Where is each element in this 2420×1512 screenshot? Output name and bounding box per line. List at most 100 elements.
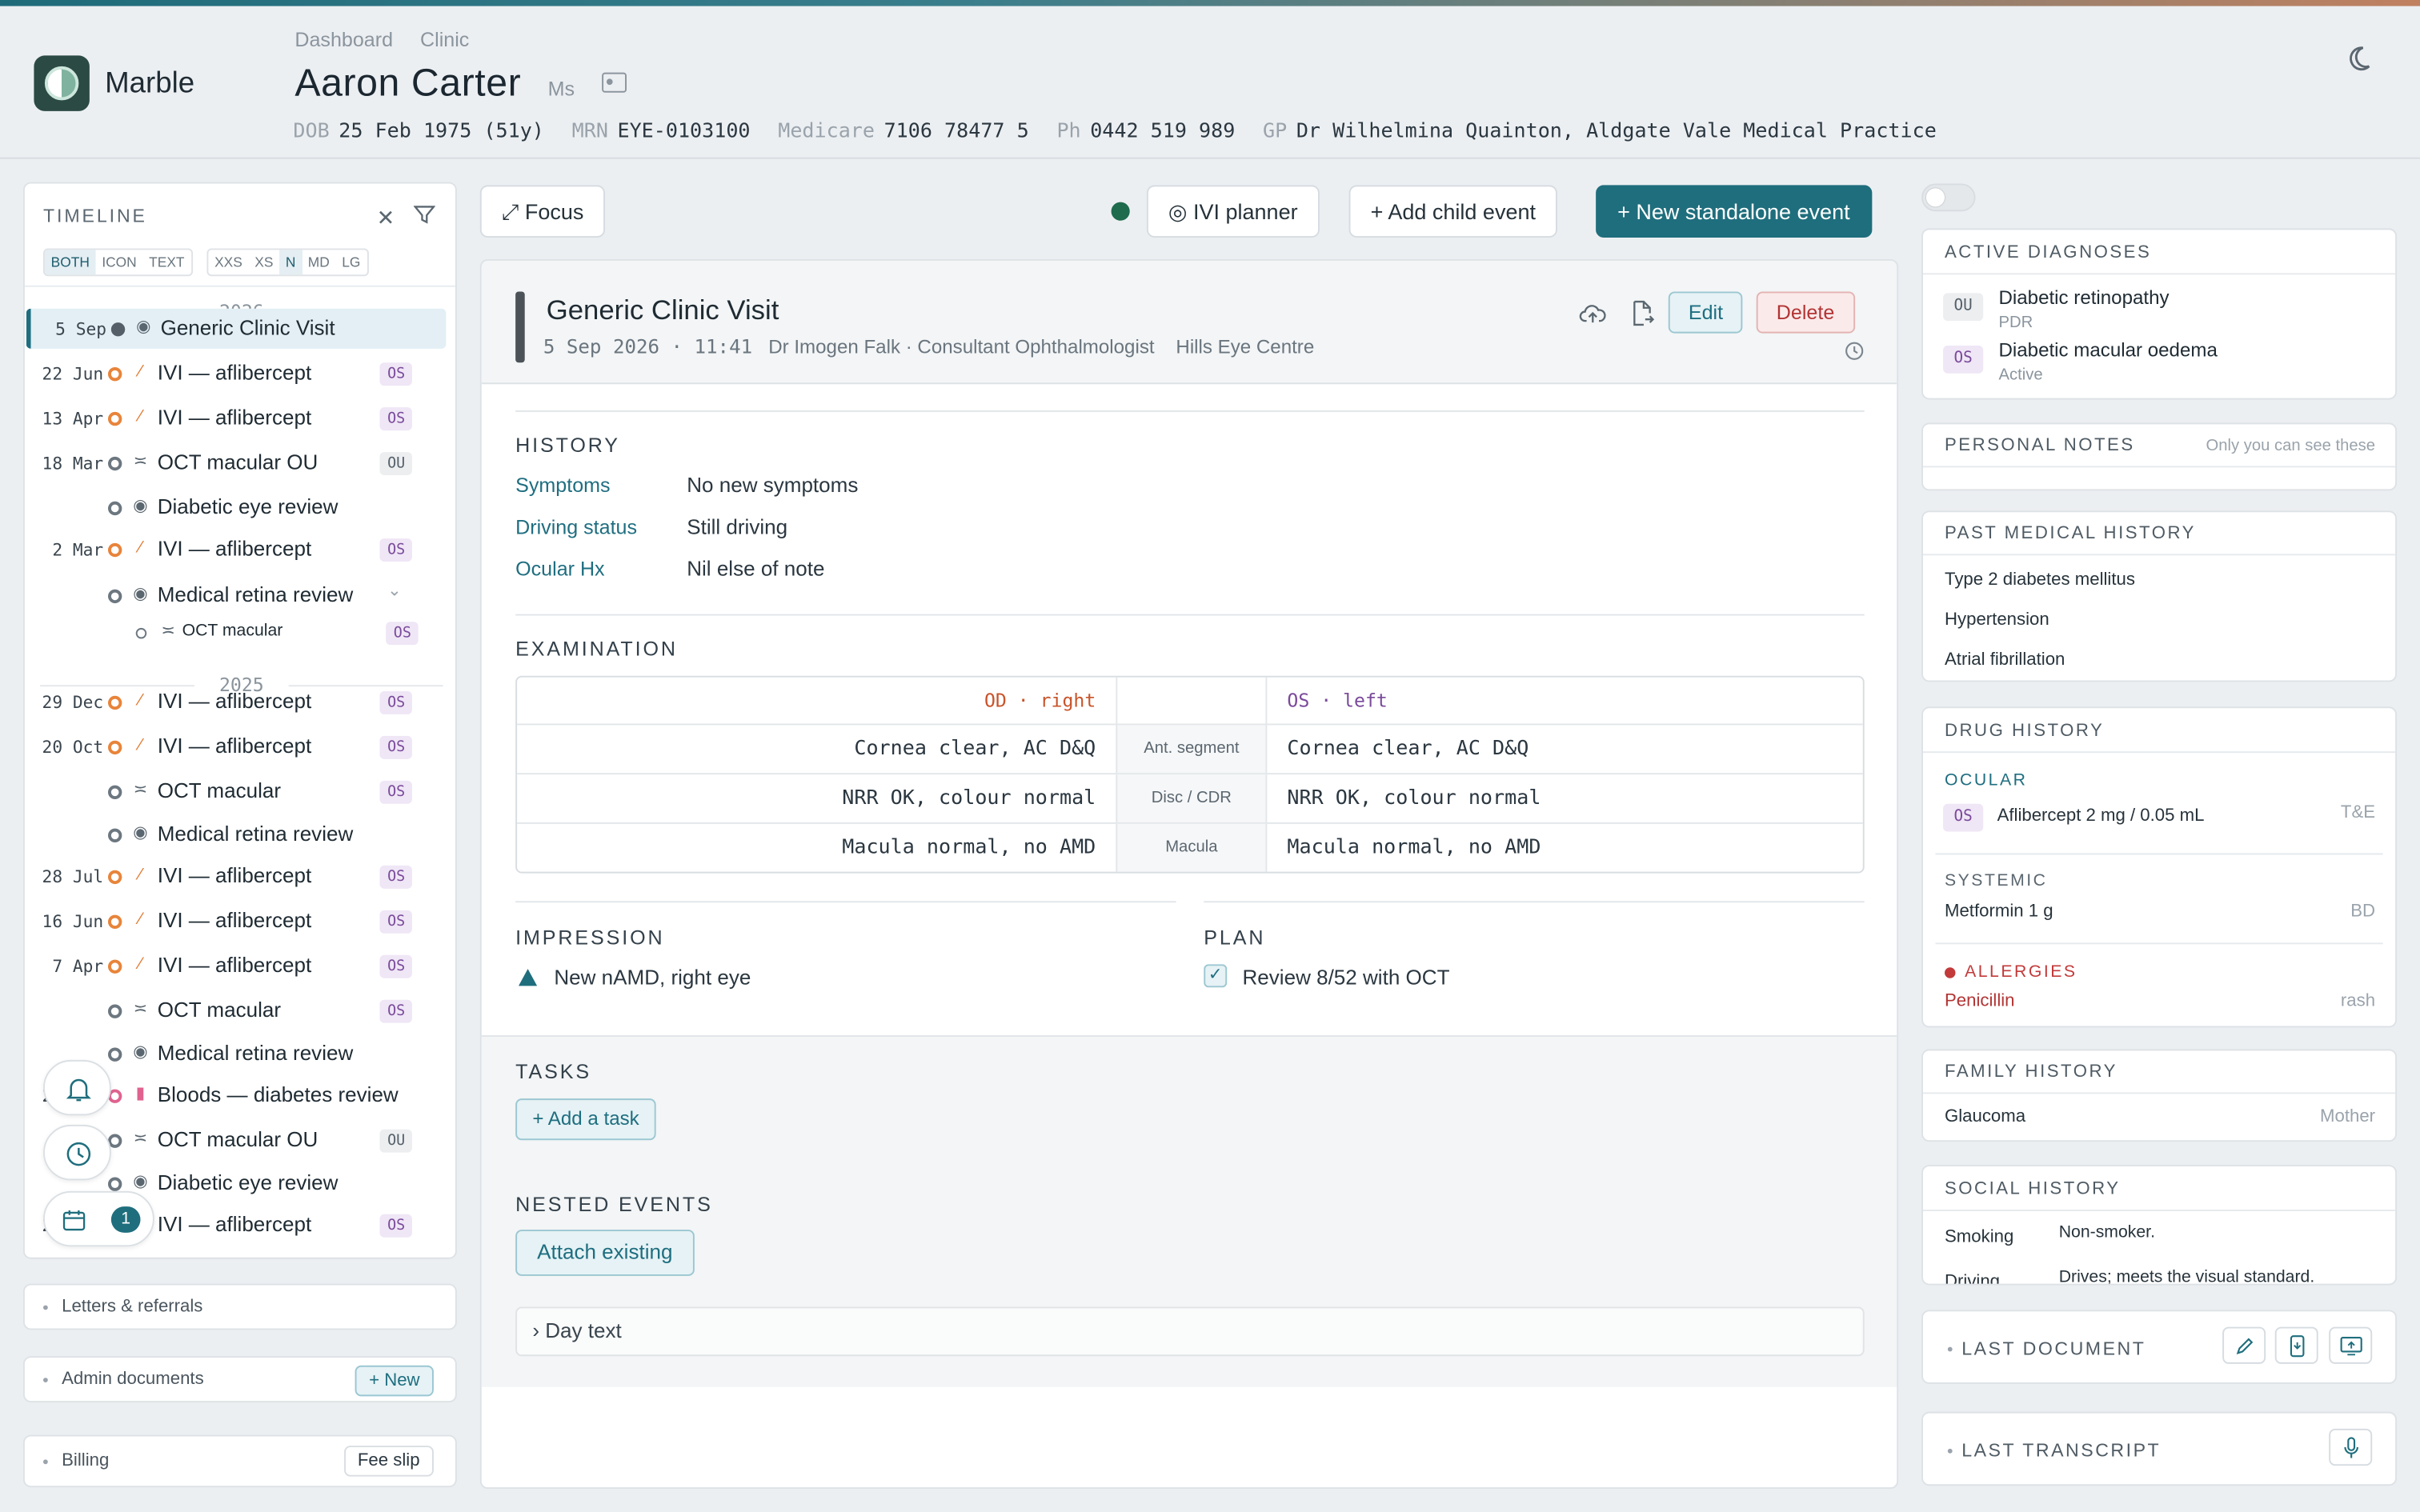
event-name: Diabetic eye review <box>157 495 339 518</box>
mobile-document-button[interactable] <box>2274 1326 2318 1364</box>
timeline-event[interactable]: ◉ Medical retina review ⌄ <box>28 575 448 615</box>
exam-od-value: Cornea clear, AC D&Q <box>854 737 1096 761</box>
social-key: Smoking <box>1944 1228 2014 1247</box>
syringe-icon: ⁄ <box>138 735 142 755</box>
edit-button[interactable]: Edit <box>1668 291 1744 334</box>
eye-badge: OS <box>379 954 413 978</box>
plan-checkbox[interactable]: ✓ <box>1204 964 1228 988</box>
moon-icon[interactable] <box>2343 43 2374 74</box>
size-xxs[interactable]: XXS <box>208 250 248 274</box>
fee-slip-button[interactable]: Fee slip <box>343 1446 434 1477</box>
id-card-icon[interactable] <box>602 72 627 93</box>
history-clock-icon[interactable] <box>1845 341 1865 361</box>
attach-existing-button[interactable]: Attach existing <box>515 1230 695 1276</box>
notifications-button[interactable] <box>42 1059 111 1116</box>
event-name: IVI — aflibercept <box>157 1212 312 1236</box>
timeline-event[interactable]: 7 Apr ⁄ IVI — aflibercept OS <box>28 946 448 986</box>
timeline-event[interactable]: ≍ OCT macular OS <box>28 990 448 1030</box>
timeline-event[interactable]: 2 Mar ⁄ IVI — aflibercept OS <box>28 529 448 569</box>
timeline-event[interactable]: 5 Sep ◉ Generic Clinic Visit <box>26 308 447 349</box>
size-n[interactable]: N <box>279 250 302 275</box>
eye-icon: ◉ <box>133 1042 148 1062</box>
pmh-item: Atrial fibrillation <box>1944 650 2065 670</box>
eye-badge: OS <box>1943 345 1984 374</box>
edit-document-button[interactable] <box>2222 1326 2266 1364</box>
pmh-title: PAST MEDICAL HISTORY <box>1944 524 2196 543</box>
size-md[interactable]: MD <box>302 250 335 274</box>
calendar-button[interactable]: 1 <box>42 1190 154 1247</box>
event-name: IVI — aflibercept <box>157 908 312 932</box>
last-document-card[interactable]: LAST DOCUMENT <box>1921 1310 2398 1384</box>
eye-badge: OS <box>379 999 413 1023</box>
history-heading: HISTORY <box>515 433 620 457</box>
timeline-event[interactable]: 16 Jun ⁄ IVI — aflibercept OS <box>28 901 448 941</box>
ivi-planner-button[interactable]: ◎ IVI planner <box>1146 185 1320 238</box>
admin-documents-section[interactable]: Admin documents + New <box>22 1356 457 1403</box>
timeline-node <box>107 1177 122 1191</box>
letters-referrals-section[interactable]: Letters & referrals <box>22 1283 457 1330</box>
syringe-icon: ⁄ <box>138 910 142 929</box>
allergy-alert-dot <box>1944 967 1956 978</box>
event-date: 13 Apr <box>42 409 104 430</box>
history-value: Still driving <box>687 515 788 539</box>
day-text-expander[interactable]: › Day text <box>515 1306 1865 1357</box>
timeline-event[interactable]: 13 Apr ⁄ IVI — aflibercept OS <box>28 398 448 438</box>
timeline-node <box>107 542 122 558</box>
history-button[interactable] <box>42 1124 111 1181</box>
active-diagnoses-card: ACTIVE DIAGNOSES OU Diabetic retinopathy… <box>1921 228 2398 400</box>
personal-notes-card[interactable]: PERSONAL NOTES Only you can see these <box>1921 422 2398 491</box>
timeline-event[interactable]: 18 Mar ≍ OCT macular OU OU <box>28 442 448 482</box>
timeline-node <box>107 589 122 604</box>
past-medical-history-card: PAST MEDICAL HISTORY Type 2 diabetes mel… <box>1921 510 2398 682</box>
timeline-event[interactable]: ◉ Diabetic eye review <box>28 487 448 527</box>
cloud-upload-icon[interactable] <box>1579 301 1607 326</box>
history-value: No new symptoms <box>687 474 859 497</box>
event-name: IVI — aflibercept <box>157 537 312 561</box>
personal-notes-title: PERSONAL NOTES <box>1944 436 2135 455</box>
pmh-item: Type 2 diabetes mellitus <box>1944 570 2135 590</box>
timeline-event[interactable]: ≍ OCT macular OS <box>28 613 448 653</box>
timeline-event[interactable]: ≍ OCT macular OS <box>28 771 448 811</box>
collapse-icon[interactable]: ✕ <box>377 205 395 231</box>
filter-icon[interactable] <box>413 204 435 226</box>
breadcrumb-dashboard[interactable]: Dashboard <box>294 28 393 51</box>
last-transcript-card[interactable]: LAST TRANSCRIPT <box>1921 1411 2398 1486</box>
scan-icon: ≍ <box>133 1129 148 1148</box>
new-admin-doc-button[interactable]: + New <box>355 1365 434 1397</box>
timeline-event[interactable]: 29 Dec ⁄ IVI — aflibercept OS <box>28 682 448 722</box>
add-task-button[interactable]: + Add a task <box>515 1098 656 1141</box>
personal-notes-hint: Only you can see these <box>2206 436 2376 455</box>
event-name: IVI — aflibercept <box>157 361 312 385</box>
event-name: OCT macular <box>182 622 283 641</box>
timeline-event[interactable]: 28 Jul ⁄ IVI — aflibercept OS <box>28 856 448 896</box>
billing-section[interactable]: Billing Fee slip <box>22 1434 457 1488</box>
event-date: 22 Jun <box>42 364 104 385</box>
size-lg[interactable]: LG <box>336 250 367 274</box>
panel-toggle[interactable] <box>1921 183 1976 212</box>
exam-row: Cornea clear, AC D&Q Ant. segment Cornea… <box>517 723 1863 774</box>
gp-value: Dr Wilhelmina Quainton, Aldgate Vale Med… <box>1296 120 1937 144</box>
event-datetime: 5 Sep 2026 · 11:41 <box>543 334 753 358</box>
timeline-event[interactable]: ◉ Medical retina review <box>28 814 448 854</box>
export-document-icon[interactable] <box>1630 299 1655 327</box>
size-xs[interactable]: XS <box>249 250 280 274</box>
scan-icon: ≍ <box>133 780 148 799</box>
new-standalone-event-button[interactable]: + New standalone event <box>1596 185 1872 238</box>
breadcrumb-clinic[interactable]: Clinic <box>420 28 469 51</box>
timeline-event[interactable]: 20 Oct ⁄ IVI — aflibercept OS <box>28 726 448 766</box>
mode-icon[interactable]: ICON <box>96 250 143 274</box>
eye-badge: OU <box>1943 293 1984 322</box>
event-name: OCT macular OU <box>157 1127 319 1151</box>
chevron-down-icon[interactable]: ⌄ <box>387 580 402 600</box>
focus-button[interactable]: ⤢ Focus <box>479 185 606 238</box>
present-document-button[interactable] <box>2329 1326 2373 1364</box>
timeline-event[interactable]: 22 Jun ⁄ IVI — aflibercept OS <box>28 354 448 394</box>
mode-text[interactable]: TEXT <box>142 250 190 274</box>
record-transcript-button[interactable] <box>2329 1428 2373 1466</box>
marble-logo[interactable] <box>34 55 90 111</box>
delete-button[interactable]: Delete <box>1756 291 1855 334</box>
eye-badge: OS <box>379 735 413 759</box>
add-child-event-button[interactable]: + Add child event <box>1348 185 1557 238</box>
examination-heading: EXAMINATION <box>515 637 678 661</box>
mode-both[interactable]: BOTH <box>44 250 96 275</box>
